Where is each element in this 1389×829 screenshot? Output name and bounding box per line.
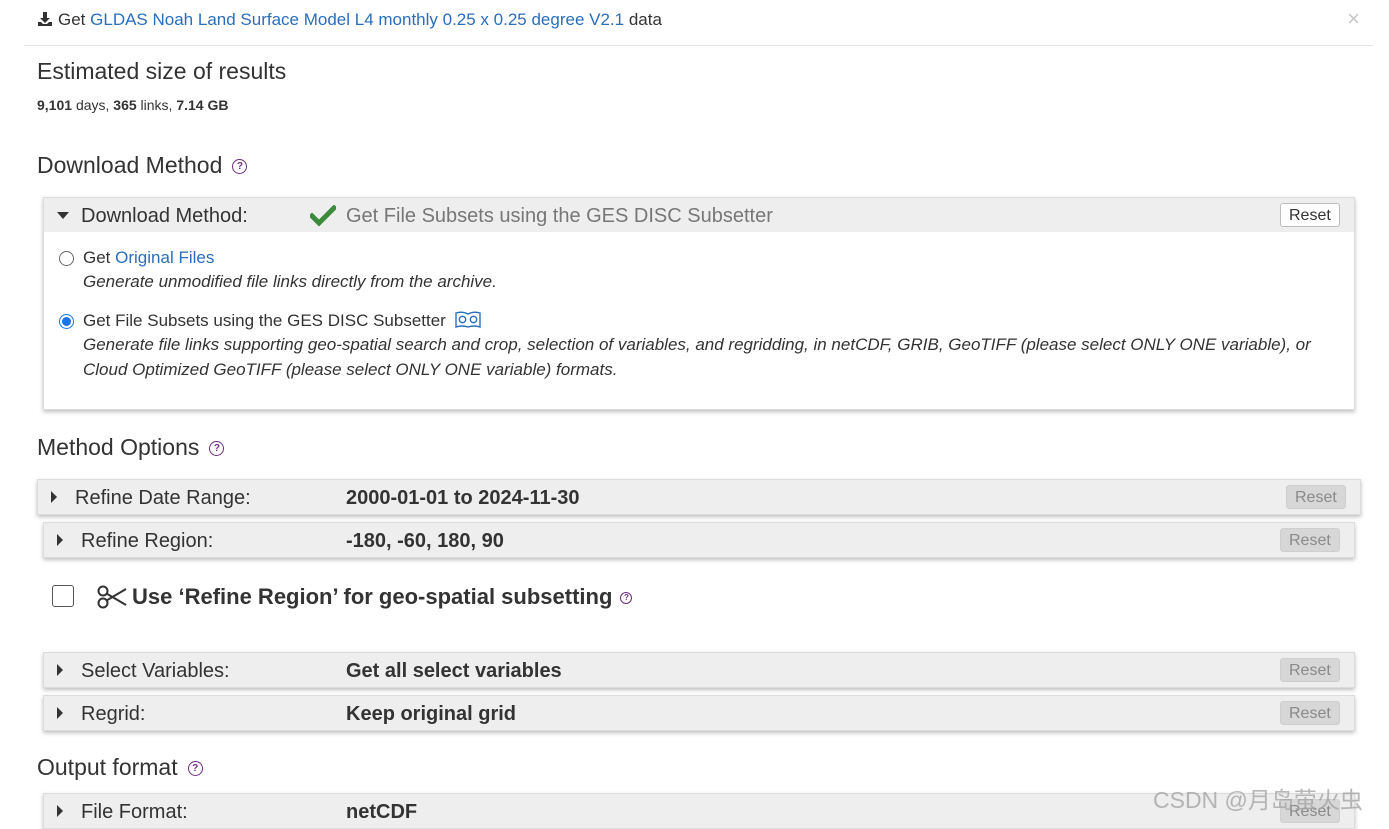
variables-label: Select Variables:	[81, 660, 230, 682]
modal-title: Get GLDAS Noah Land Surface Model L4 mon…	[37, 10, 662, 30]
region-panel[interactable]: Refine Region: -180, -60, 180, 90 Reset	[43, 522, 1355, 558]
estimate-days-label: days,	[75, 97, 110, 113]
regrid-reset-button[interactable]: Reset	[1280, 701, 1340, 725]
modal-header: Get GLDAS Noah Land Surface Model L4 mon…	[0, 0, 1389, 46]
estimate-days: 9,101	[37, 97, 73, 113]
subsetter-label[interactable]: Get File Subsets using the GES DISC Subs…	[83, 311, 481, 331]
original-files-description: Generate unmodified file links directly …	[83, 272, 497, 291]
subsetter-label-text: Get File Subsets using the GES DISC Subs…	[83, 311, 446, 330]
download-method-reset-button[interactable]: Reset	[1280, 203, 1340, 227]
method-options-heading-text: Method Options	[37, 434, 200, 460]
estimate-links-label: links,	[140, 97, 173, 113]
caret-right-icon[interactable]	[51, 491, 57, 503]
output-format-heading: Output format?	[37, 754, 203, 781]
date-range-label: Refine Date Range:	[75, 487, 251, 509]
subsetter-icon	[454, 311, 481, 328]
dataset-link[interactable]: GLDAS Noah Land Surface Model L4 monthly…	[90, 10, 624, 29]
regrid-label: Regrid:	[81, 703, 146, 725]
regrid-header[interactable]: Regrid: Keep original grid Reset	[44, 696, 1354, 730]
region-reset-button[interactable]: Reset	[1280, 528, 1340, 552]
header-divider	[24, 45, 1373, 46]
estimate-summary: 9,101 days, 365 links, 7.14 GB	[37, 97, 228, 113]
subsetter-radio[interactable]	[59, 314, 74, 329]
date-range-header[interactable]: Refine Date Range: 2000-01-01 to 2024-11…	[38, 480, 1360, 514]
help-icon[interactable]: ?	[620, 592, 633, 605]
download-method-heading-text: Download Method	[37, 152, 223, 178]
original-files-label[interactable]: Get Original Files	[83, 248, 214, 268]
variables-panel[interactable]: Select Variables: Get all select variabl…	[43, 652, 1355, 688]
title-prefix: Get	[58, 10, 86, 29]
download-method-label: Download Method:	[81, 205, 248, 227]
date-range-value: 2000-01-01 to 2024-11-30	[346, 487, 580, 509]
caret-right-icon[interactable]	[57, 664, 63, 676]
variables-reset-button[interactable]: Reset	[1280, 658, 1340, 682]
download-method-panel-header[interactable]: Download Method: Get File Subsets using …	[44, 198, 1354, 232]
estimate-size: 7.14 GB	[176, 97, 229, 113]
caret-right-icon[interactable]	[57, 534, 63, 546]
download-method-value: Get File Subsets using the GES DISC Subs…	[346, 205, 773, 227]
variables-header[interactable]: Select Variables: Get all select variabl…	[44, 653, 1354, 687]
watermark: CSDN @月岛萤火虫	[1153, 787, 1363, 813]
caret-down-icon[interactable]	[57, 212, 69, 219]
original-files-radio[interactable]	[59, 251, 74, 266]
regrid-value: Keep original grid	[346, 703, 517, 725]
estimate-links: 365	[113, 97, 137, 113]
output-format-heading-text: Output format	[37, 754, 178, 780]
regrid-panel[interactable]: Regrid: Keep original grid Reset	[43, 695, 1355, 731]
variables-value: Get all select variables	[346, 660, 562, 682]
download-method-panel: Download Method: Get File Subsets using …	[43, 197, 1355, 410]
subsetter-description: Generate file links supporting geo-spati…	[83, 335, 1311, 379]
original-files-link[interactable]: Original Files	[115, 248, 214, 267]
title-suffix: data	[628, 10, 662, 29]
download-method-heading: Download Method?	[37, 152, 248, 179]
file-format-label: File Format:	[81, 801, 188, 823]
caret-right-icon[interactable]	[57, 707, 63, 719]
help-icon[interactable]: ?	[187, 761, 203, 777]
estimate-heading: Estimated size of results	[37, 58, 287, 84]
file-format-value: netCDF	[346, 801, 418, 823]
spatial-subset-checkbox[interactable]	[52, 585, 74, 607]
download-icon	[38, 12, 52, 26]
spatial-subset-text: Use ‘Refine Region’ for geo-spatial subs…	[132, 584, 613, 609]
spatial-subset-label[interactable]: Use ‘Refine Region’ for geo-spatial subs…	[96, 584, 633, 610]
close-icon[interactable]: ×	[1347, 6, 1360, 32]
caret-right-icon[interactable]	[57, 805, 63, 817]
region-label: Refine Region:	[81, 530, 214, 552]
region-header[interactable]: Refine Region: -180, -60, 180, 90 Reset	[44, 523, 1354, 557]
date-range-reset-button[interactable]: Reset	[1286, 485, 1346, 509]
date-range-panel[interactable]: Refine Date Range: 2000-01-01 to 2024-11…	[37, 479, 1361, 515]
scissors-icon	[97, 585, 127, 609]
region-value: -180, -60, 180, 90	[346, 530, 504, 552]
help-icon[interactable]: ?	[232, 159, 248, 175]
checkmark-icon	[310, 205, 336, 227]
help-icon[interactable]: ?	[209, 441, 225, 457]
original-files-prefix: Get	[83, 248, 111, 267]
method-options-heading: Method Options?	[37, 434, 225, 461]
